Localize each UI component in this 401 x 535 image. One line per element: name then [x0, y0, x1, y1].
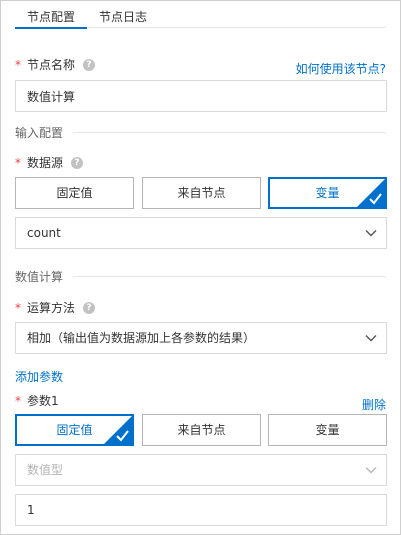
param1-option-variable[interactable]: 变量 [268, 414, 387, 446]
param1-label-row: * 参数1 [15, 392, 59, 409]
check-corner-icon [357, 179, 385, 207]
option-label: 固定值 [56, 423, 93, 437]
select-value: count [27, 226, 61, 240]
required-asterisk: * [15, 393, 21, 408]
option-label: 变量 [315, 186, 340, 200]
check-corner-icon [104, 416, 132, 444]
select-value: 数值型 [27, 463, 64, 477]
data-source-label-row: * 数据源 ? [15, 154, 84, 171]
delete-param-link[interactable]: 删除 [362, 396, 386, 413]
required-asterisk: * [15, 57, 21, 72]
method-label-row: * 运算方法 ? [15, 299, 96, 316]
chevron-down-icon [365, 335, 377, 342]
section-divider [73, 132, 386, 133]
chevron-down-icon [365, 467, 377, 474]
node-name-label: 节点名称 [27, 58, 76, 72]
calc-section: 数值计算 [15, 268, 386, 285]
option-label: 来自节点 [177, 186, 226, 200]
input-config-section: 输入配置 [15, 124, 386, 141]
param1-option-from-node[interactable]: 来自节点 [142, 414, 261, 446]
option-label: 固定值 [56, 186, 93, 200]
chevron-down-icon [365, 230, 377, 237]
data-source-variable-select[interactable]: count [15, 217, 387, 249]
method-select[interactable]: 相加（输出值为数据源加上各参数的结果） [15, 322, 387, 354]
param1-type-select[interactable]: 数值型 [15, 454, 387, 486]
calc-section-title: 数值计算 [15, 270, 64, 284]
question-circle-icon[interactable]: ? [71, 156, 84, 169]
add-param-link[interactable]: 添加参数 [15, 368, 63, 385]
required-asterisk: * [15, 300, 21, 315]
how-to-use-link[interactable]: 如何使用该节点? [296, 60, 386, 77]
method-label: 运算方法 [27, 301, 76, 315]
param1-value-input[interactable] [15, 494, 387, 526]
tab-node-config[interactable]: 节点配置 [15, 8, 87, 29]
data-source-option-fixed[interactable]: 固定值 [15, 177, 134, 209]
param1-label: 参数1 [27, 394, 59, 408]
tab-bar: 节点配置 节点日志 [15, 1, 386, 29]
section-divider [73, 276, 386, 277]
node-name-label-row: * 节点名称 ? [15, 56, 96, 73]
node-config-panel: 节点配置 节点日志 * 节点名称 ? 如何使用该节点? 输入配置 * 数据源 ?… [0, 0, 401, 535]
node-name-input[interactable] [15, 80, 387, 112]
input-config-title: 输入配置 [15, 126, 64, 140]
data-source-label: 数据源 [27, 156, 64, 170]
data-source-option-from-node[interactable]: 来自节点 [142, 177, 261, 209]
required-asterisk: * [15, 155, 21, 170]
tab-node-log[interactable]: 节点日志 [99, 8, 147, 25]
option-label: 来自节点 [177, 423, 226, 437]
select-value: 相加（输出值为数据源加上各参数的结果） [27, 331, 256, 345]
question-circle-icon[interactable]: ? [83, 301, 96, 314]
question-circle-icon[interactable]: ? [83, 58, 96, 71]
option-label: 变量 [315, 423, 340, 437]
param1-option-fixed[interactable]: 固定值 [15, 414, 134, 446]
data-source-option-variable[interactable]: 变量 [268, 177, 387, 209]
